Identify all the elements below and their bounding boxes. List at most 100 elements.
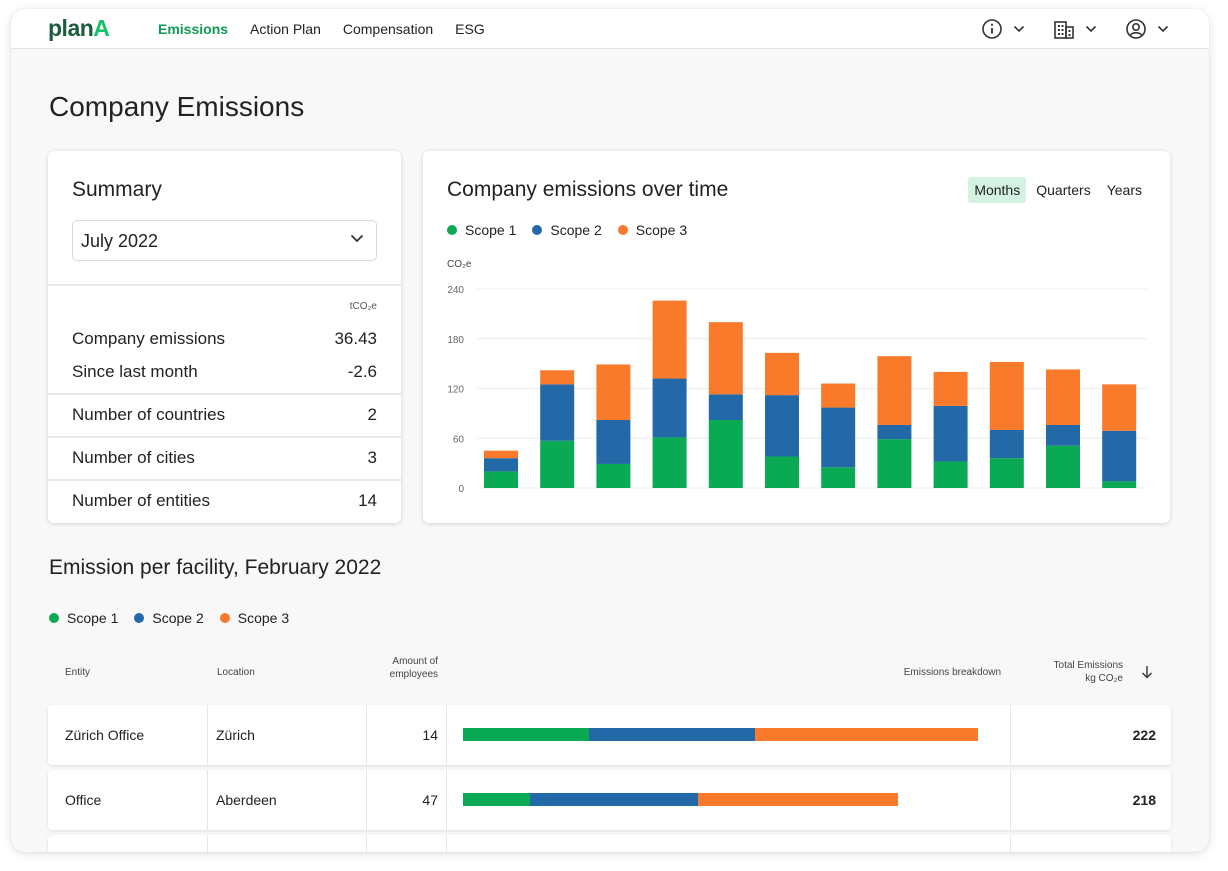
summary-row-value: 36.43 bbox=[334, 329, 377, 348]
cell-location: Aberdeen bbox=[216, 792, 277, 808]
summary-row-company-emissions: Company emissions 36.43 bbox=[72, 329, 377, 349]
bar-segment-scope-1[interactable] bbox=[708, 420, 743, 488]
bar-segment-scope-2[interactable] bbox=[596, 420, 631, 464]
bar-segment-scope-3[interactable] bbox=[877, 356, 912, 425]
legend-item-scope-1: Scope 1 bbox=[49, 610, 118, 626]
bar-segment-scope-1[interactable] bbox=[877, 439, 912, 488]
bar-segment-scope-2[interactable] bbox=[652, 378, 687, 438]
table-row[interactable]: Zürich Office Zürich 14 222 bbox=[48, 705, 1171, 765]
bar-segment-scope-3[interactable] bbox=[821, 383, 856, 408]
scope-3-dot bbox=[219, 613, 230, 623]
column-header-total-emissions[interactable]: Total Emissions kg CO₂e bbox=[1023, 659, 1123, 685]
bar-segment-scope-3[interactable] bbox=[596, 364, 631, 421]
scope-2-segment bbox=[529, 793, 699, 806]
nav-action-plan[interactable]: Action Plan bbox=[250, 21, 321, 37]
bar-segment-scope-2[interactable] bbox=[877, 424, 912, 440]
divider bbox=[48, 393, 401, 395]
bar-segment-scope-2[interactable] bbox=[1102, 430, 1137, 482]
bar-segment-scope-3[interactable] bbox=[989, 361, 1024, 430]
user-menu-button[interactable] bbox=[1125, 18, 1169, 40]
bar-segment-scope-3[interactable] bbox=[933, 371, 968, 406]
bar-segment-scope-3[interactable] bbox=[708, 322, 743, 395]
info-icon bbox=[982, 19, 1002, 39]
bar-segment-scope-3[interactable] bbox=[765, 352, 799, 396]
page-title: Company Emissions bbox=[49, 91, 305, 122]
summary-row-countries: Number of countries 2 bbox=[72, 405, 377, 425]
cell-employees: 14 bbox=[422, 727, 438, 743]
bar-segment-scope-1[interactable] bbox=[540, 440, 575, 488]
bar-segment-scope-1[interactable] bbox=[1102, 481, 1137, 488]
scope-3-segment bbox=[755, 728, 978, 741]
facility-legend: Scope 1 Scope 2 Scope 3 bbox=[49, 610, 289, 626]
legend-label: Scope 2 bbox=[152, 610, 204, 626]
column-header-entity[interactable]: Entity bbox=[65, 666, 90, 679]
column-header-location[interactable]: Location bbox=[217, 666, 255, 679]
bar-segment-scope-2[interactable] bbox=[989, 429, 1024, 459]
summary-row-label: Since last month bbox=[72, 362, 198, 381]
divider bbox=[48, 436, 401, 438]
bar-segment-scope-2[interactable] bbox=[821, 407, 856, 468]
top-navigation-bar: planA Emissions Action Plan Compensation… bbox=[11, 9, 1209, 49]
bar-segment-scope-3[interactable] bbox=[1046, 369, 1080, 425]
legend-item-scope-2: Scope 2 bbox=[134, 610, 204, 626]
header-line: employees bbox=[389, 669, 438, 680]
cell-total-emissions: 222 bbox=[1132, 727, 1156, 743]
bar-segment-scope-3[interactable] bbox=[652, 300, 687, 379]
summary-row-entities: Number of entities 14 bbox=[72, 491, 377, 511]
summary-title: Summary bbox=[72, 178, 162, 201]
bar-segment-scope-3[interactable] bbox=[1102, 384, 1137, 431]
summary-row-value: 3 bbox=[367, 448, 377, 467]
bar-segment-scope-1[interactable] bbox=[989, 458, 1024, 488]
nav-emissions[interactable]: Emissions bbox=[158, 21, 228, 37]
scope-3-segment bbox=[698, 793, 898, 806]
organization-menu-button[interactable] bbox=[1053, 18, 1097, 40]
chevron-down-icon bbox=[1085, 25, 1097, 33]
unit-label: tCO₂e bbox=[349, 301, 377, 312]
header-line: Amount of bbox=[392, 656, 438, 667]
bar-segment-scope-1[interactable] bbox=[652, 437, 687, 488]
y-tick-label: 60 bbox=[453, 434, 465, 445]
period-select-value: July 2022 bbox=[81, 231, 159, 251]
y-tick-label: 240 bbox=[447, 285, 464, 296]
cell-entity: Office bbox=[65, 792, 102, 808]
divider bbox=[446, 770, 447, 830]
bar-segment-scope-2[interactable] bbox=[708, 394, 743, 421]
divider bbox=[207, 770, 208, 830]
table-row[interactable]: Office Aberdeen 47 218 bbox=[48, 770, 1171, 830]
chevron-down-icon bbox=[1157, 25, 1169, 33]
column-header-employees[interactable]: Amount of employees bbox=[371, 655, 438, 681]
summary-row-label: Number of entities bbox=[72, 491, 210, 510]
nav-compensation[interactable]: Compensation bbox=[343, 21, 433, 37]
bar-segment-scope-1[interactable] bbox=[484, 471, 518, 488]
bar-segment-scope-3[interactable] bbox=[540, 370, 575, 385]
info-menu-button[interactable] bbox=[981, 18, 1025, 40]
bar-segment-scope-2[interactable] bbox=[765, 395, 799, 457]
summary-row-label: Number of cities bbox=[72, 448, 195, 467]
bar-segment-scope-1[interactable] bbox=[1046, 445, 1080, 488]
bar-segment-scope-1[interactable] bbox=[821, 467, 856, 488]
divider bbox=[207, 835, 208, 852]
period-select[interactable]: July 2022 bbox=[72, 220, 377, 261]
scope-1-dot bbox=[49, 613, 59, 623]
summary-row-label: Number of countries bbox=[72, 405, 226, 424]
main-nav: Emissions Action Plan Compensation ESG bbox=[158, 21, 507, 37]
summary-row-value: -2.6 bbox=[347, 362, 377, 381]
bar-segment-scope-1[interactable] bbox=[933, 461, 968, 488]
bar-segment-scope-1[interactable] bbox=[765, 456, 799, 488]
bar-segment-scope-3[interactable] bbox=[484, 450, 518, 459]
bar-segment-scope-2[interactable] bbox=[1046, 424, 1080, 446]
bar-segment-scope-2[interactable] bbox=[933, 405, 968, 462]
column-header-breakdown[interactable]: Emissions breakdown bbox=[871, 666, 1001, 679]
plana-logo[interactable]: planA bbox=[48, 15, 110, 42]
bar-segment-scope-2[interactable] bbox=[484, 458, 518, 472]
cell-entity: Zürich Office bbox=[65, 727, 145, 743]
header-line: kg CO₂e bbox=[1085, 673, 1123, 684]
table-row[interactable] bbox=[48, 835, 1171, 852]
nav-esg[interactable]: ESG bbox=[455, 21, 485, 37]
bar-segment-scope-1[interactable] bbox=[596, 463, 631, 488]
summary-row-since-last-month: Since last month -2.6 bbox=[72, 362, 377, 382]
building-icon bbox=[1054, 21, 1074, 39]
bar-segment-scope-2[interactable] bbox=[540, 384, 575, 441]
user-icon bbox=[1126, 19, 1146, 39]
sort-descending-arrow-icon[interactable] bbox=[1141, 665, 1153, 679]
